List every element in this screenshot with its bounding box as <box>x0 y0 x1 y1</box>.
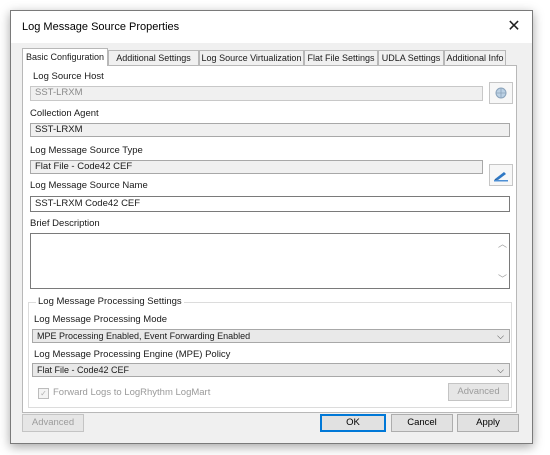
close-icon: ✕ <box>507 18 521 35</box>
chevron-down-icon: ⌵ <box>497 365 504 375</box>
forward-logmart-checkbox[interactable]: ✓ <box>38 388 49 399</box>
dialog-title: Log Message Source Properties <box>22 21 180 33</box>
collection-agent-label: Collection Agent <box>30 108 99 119</box>
tab-basic-configuration[interactable]: Basic Configuration <box>22 48 108 66</box>
processing-mode-dropdown[interactable]: MPE Processing Enabled, Event Forwarding… <box>32 329 510 343</box>
brief-description-label: Brief Description <box>30 218 100 229</box>
description-scrollbar[interactable]: ︿ ﹀ <box>495 234 509 288</box>
edit-type-icon <box>494 172 508 182</box>
properties-dialog: Log Message Source Properties ✕ Basic Co… <box>10 10 533 444</box>
source-type-field: Flat File - Code42 CEF <box>30 160 483 174</box>
log-source-host-label: Log Source Host <box>33 71 104 82</box>
source-name-input[interactable]: SST-LRXM Code42 CEF <box>30 196 510 212</box>
processing-mode-value: MPE Processing Enabled, Event Forwarding… <box>37 331 251 341</box>
forward-logmart-row: ✓ Forward Logs to LogRhythm LogMart <box>38 387 210 399</box>
globe-search-icon <box>495 87 507 99</box>
host-browse-button[interactable] <box>489 82 513 104</box>
mpe-policy-dropdown[interactable]: Flat File - Code42 CEF ⌵ <box>32 363 510 377</box>
chevron-down-icon: ⌵ <box>497 331 504 341</box>
processing-settings-title: Log Message Processing Settings <box>36 296 184 307</box>
close-button[interactable]: ✕ <box>502 16 526 38</box>
apply-button[interactable]: Apply <box>457 414 519 432</box>
scroll-up-icon[interactable]: ︿ <box>498 237 507 250</box>
tab-strip: Basic Configuration Additional Settings … <box>22 48 517 66</box>
log-source-host-field: SST-LRXM <box>30 86 483 101</box>
forward-logmart-label: Forward Logs to LogRhythm LogMart <box>53 387 211 398</box>
tab-additional-settings[interactable]: Additional Settings <box>108 50 199 65</box>
tab-udla-settings[interactable]: UDLA Settings <box>378 50 444 65</box>
scroll-down-icon[interactable]: ﹀ <box>498 272 507 285</box>
processing-advanced-button[interactable]: Advanced <box>448 383 509 401</box>
title-bar: Log Message Source Properties ✕ <box>11 11 532 43</box>
mpe-policy-value: Flat File - Code42 CEF <box>37 365 130 375</box>
collection-agent-field: SST-LRXM <box>30 123 510 137</box>
source-name-label: Log Message Source Name <box>30 180 148 191</box>
tab-additional-info[interactable]: Additional Info <box>444 50 506 65</box>
mpe-policy-label: Log Message Processing Engine (MPE) Poli… <box>34 349 231 360</box>
processing-mode-label: Log Message Processing Mode <box>34 314 168 325</box>
footer-advanced-button[interactable]: Advanced <box>22 414 84 432</box>
type-browse-button[interactable] <box>489 164 513 186</box>
brief-description-textarea[interactable]: ︿ ﹀ <box>30 233 510 289</box>
basic-configuration-panel: Log Source Host SST-LRXM Collection Agen… <box>22 65 517 413</box>
ok-button[interactable]: OK <box>320 414 386 432</box>
tab-flat-file-settings[interactable]: Flat File Settings <box>304 50 378 65</box>
cancel-button[interactable]: Cancel <box>391 414 453 432</box>
tab-log-source-virtualization[interactable]: Log Source Virtualization <box>199 50 304 65</box>
source-type-label: Log Message Source Type <box>30 145 143 156</box>
